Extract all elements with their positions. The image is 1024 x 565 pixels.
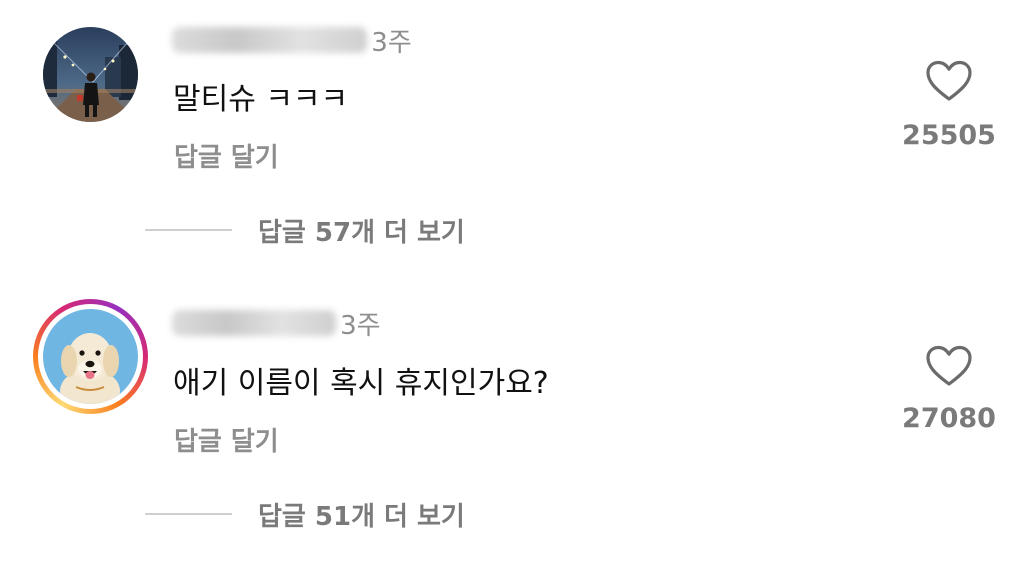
reply-button[interactable]: 답글 달기 [174, 421, 279, 458]
view-replies-label: 답글 51개 더 보기 [258, 501, 465, 532]
like-count: 27080 [902, 403, 996, 434]
comment-time: 3주 [340, 310, 381, 341]
view-replies-button[interactable]: 답글 51개 더 보기 [145, 496, 465, 532]
comment-meta: raedog_fan 3주 [172, 305, 381, 341]
heart-outline-icon [926, 345, 972, 386]
like-button[interactable] [926, 345, 972, 387]
avatar-photo [43, 309, 138, 404]
username[interactable]: raedog_fan [172, 310, 337, 336]
story-ring[interactable] [33, 299, 148, 414]
comment-text: 애기 이름이 혹시 휴지인가요? [173, 366, 549, 401]
comment-2: raedog_fan 3주 애기 이름이 혹시 휴지인가요? 답글 달기 270… [0, 0, 1024, 565]
replies-divider-line [145, 513, 232, 515]
